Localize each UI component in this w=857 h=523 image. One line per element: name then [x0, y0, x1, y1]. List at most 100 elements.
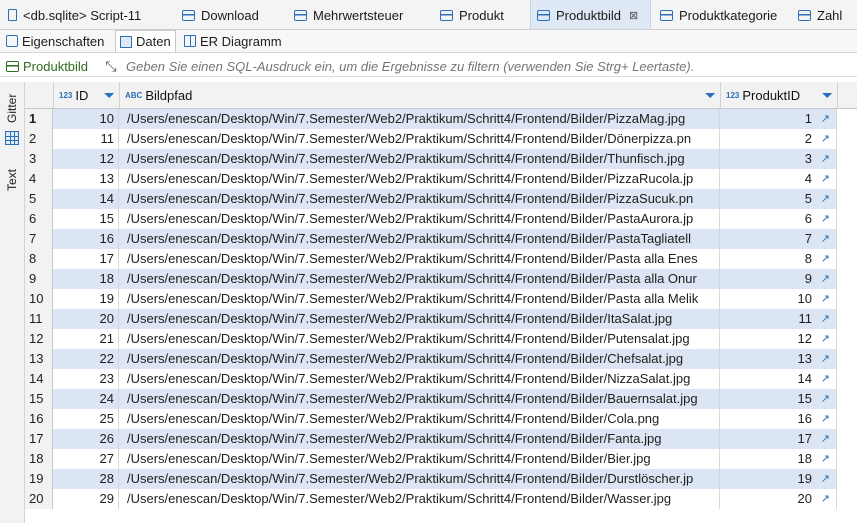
cell-bildpfad[interactable]: /Users/enescan/Desktop/Win/7.Semester/We…	[120, 129, 720, 149]
foreign-key-link-icon[interactable]: ↗	[821, 369, 830, 389]
cell-bildpfad[interactable]: /Users/enescan/Desktop/Win/7.Semester/We…	[120, 429, 720, 449]
sort-filter-icon[interactable]: ⏷	[705, 87, 716, 104]
row-number[interactable]: 20	[25, 489, 53, 509]
cell-id[interactable]: 19	[54, 289, 119, 309]
table-row[interactable]: 8 17/Users/enescan/Desktop/Win/7.Semester…	[25, 249, 857, 269]
cell-bildpfad[interactable]: /Users/enescan/Desktop/Win/7.Semester/We…	[120, 289, 720, 309]
tab-er-diagramm[interactable]: ER Diagramm	[180, 30, 286, 52]
foreign-key-link-icon[interactable]: ↗	[821, 349, 830, 369]
table-row[interactable]: 19 28/Users/enescan/Desktop/Win/7.Semeste…	[25, 469, 857, 489]
cell-bildpfad[interactable]: /Users/enescan/Desktop/Win/7.Semester/We…	[120, 149, 720, 169]
row-number[interactable]: 13	[25, 349, 53, 369]
filter-input[interactable]	[124, 57, 853, 75]
cell-produktid[interactable]: 13 ↗	[721, 349, 837, 369]
column-header-produktid[interactable]: 123 ProduktID ⏷	[721, 82, 838, 108]
cell-bildpfad[interactable]: /Users/enescan/Desktop/Win/7.Semester/We…	[120, 349, 720, 369]
foreign-key-link-icon[interactable]: ↗	[821, 229, 830, 249]
cell-produktid[interactable]: 15 ↗	[721, 389, 837, 409]
table-row[interactable]: 13 22/Users/enescan/Desktop/Win/7.Semeste…	[25, 349, 857, 369]
cell-id[interactable]: 24	[54, 389, 119, 409]
tab-script-11[interactable]: <db.sqlite> Script-11	[2, 0, 147, 29]
cell-id[interactable]: 23	[54, 369, 119, 389]
row-number[interactable]: 3	[25, 149, 53, 169]
column-header-id[interactable]: 123 ID ⏷	[54, 82, 120, 108]
table-row[interactable]: 15 24/Users/enescan/Desktop/Win/7.Semeste…	[25, 389, 857, 409]
row-number[interactable]: 19	[25, 469, 53, 489]
foreign-key-link-icon[interactable]: ↗	[821, 129, 830, 149]
grid-icon[interactable]	[5, 131, 19, 145]
foreign-key-link-icon[interactable]: ↗	[821, 209, 830, 229]
table-row[interactable]: 9 18/Users/enescan/Desktop/Win/7.Semester…	[25, 269, 857, 289]
table-row[interactable]: 17 26/Users/enescan/Desktop/Win/7.Semeste…	[25, 429, 857, 449]
table-row[interactable]: 7 16/Users/enescan/Desktop/Win/7.Semester…	[25, 229, 857, 249]
foreign-key-link-icon[interactable]: ↗	[821, 109, 830, 129]
cell-id[interactable]: 16	[54, 229, 119, 249]
cell-bildpfad[interactable]: /Users/enescan/Desktop/Win/7.Semester/We…	[120, 169, 720, 189]
cell-bildpfad[interactable]: /Users/enescan/Desktop/Win/7.Semester/We…	[120, 309, 720, 329]
cell-id[interactable]: 15	[54, 209, 119, 229]
table-row[interactable]: 12 21/Users/enescan/Desktop/Win/7.Semeste…	[25, 329, 857, 349]
cell-produktid[interactable]: 19 ↗	[721, 469, 837, 489]
row-number[interactable]: 12	[25, 329, 53, 349]
cell-bildpfad[interactable]: /Users/enescan/Desktop/Win/7.Semester/We…	[120, 189, 720, 209]
foreign-key-link-icon[interactable]: ↗	[821, 429, 830, 449]
cell-produktid[interactable]: 14 ↗	[721, 369, 837, 389]
tab-produktkategorie[interactable]: Produktkategorie	[654, 0, 783, 29]
tab-zahl[interactable]: Zahl	[792, 0, 848, 29]
row-number[interactable]: 1	[25, 109, 53, 129]
foreign-key-link-icon[interactable]: ↗	[821, 469, 830, 489]
table-row[interactable]: 14 23/Users/enescan/Desktop/Win/7.Semeste…	[25, 369, 857, 389]
cell-bildpfad[interactable]: /Users/enescan/Desktop/Win/7.Semester/We…	[120, 489, 720, 509]
foreign-key-link-icon[interactable]: ↗	[821, 289, 830, 309]
row-number[interactable]: 7	[25, 229, 53, 249]
tab-download[interactable]: Download	[176, 0, 265, 29]
row-number[interactable]: 6	[25, 209, 53, 229]
cell-bildpfad[interactable]: /Users/enescan/Desktop/Win/7.Semester/We…	[120, 109, 720, 129]
row-number[interactable]: 9	[25, 269, 53, 289]
cell-produktid[interactable]: 17 ↗	[721, 429, 837, 449]
row-number[interactable]: 15	[25, 389, 53, 409]
row-number[interactable]: 8	[25, 249, 53, 269]
row-number[interactable]: 4	[25, 169, 53, 189]
foreign-key-link-icon[interactable]: ↗	[821, 489, 830, 509]
cell-bildpfad[interactable]: /Users/enescan/Desktop/Win/7.Semester/We…	[120, 369, 720, 389]
cell-id[interactable]: 13	[54, 169, 119, 189]
row-number[interactable]: 17	[25, 429, 53, 449]
cell-id[interactable]: 18	[54, 269, 119, 289]
cell-id[interactable]: 12	[54, 149, 119, 169]
cell-produktid[interactable]: 12 ↗	[721, 329, 837, 349]
cell-produktid[interactable]: 20 ↗	[721, 489, 837, 509]
close-icon[interactable]: ⊠	[629, 9, 638, 22]
row-number[interactable]: 18	[25, 449, 53, 469]
cell-id[interactable]: 14	[54, 189, 119, 209]
cell-produktid[interactable]: 18 ↗	[721, 449, 837, 469]
table-row[interactable]: 18 27/Users/enescan/Desktop/Win/7.Semeste…	[25, 449, 857, 469]
table-row[interactable]: 2 11/Users/enescan/Desktop/Win/7.Semester…	[25, 129, 857, 149]
cell-id[interactable]: 17	[54, 249, 119, 269]
cell-produktid[interactable]: 8 ↗	[721, 249, 837, 269]
cell-bildpfad[interactable]: /Users/enescan/Desktop/Win/7.Semester/We…	[120, 409, 720, 429]
row-number[interactable]: 11	[25, 309, 53, 329]
foreign-key-link-icon[interactable]: ↗	[821, 389, 830, 409]
cell-id[interactable]: 25	[54, 409, 119, 429]
sort-filter-icon[interactable]: ⏷	[822, 87, 833, 104]
tab-gitter[interactable]: Gitter	[2, 88, 22, 128]
table-row[interactable]: 4 13/Users/enescan/Desktop/Win/7.Semester…	[25, 169, 857, 189]
row-number[interactable]: 16	[25, 409, 53, 429]
foreign-key-link-icon[interactable]: ↗	[821, 329, 830, 349]
cell-produktid[interactable]: 3 ↗	[721, 149, 837, 169]
row-number[interactable]: 14	[25, 369, 53, 389]
foreign-key-link-icon[interactable]: ↗	[821, 449, 830, 469]
cell-produktid[interactable]: 2 ↗	[721, 129, 837, 149]
expand-icon[interactable]: ⤡	[103, 58, 119, 74]
row-number[interactable]: 10	[25, 289, 53, 309]
cell-bildpfad[interactable]: /Users/enescan/Desktop/Win/7.Semester/We…	[120, 329, 720, 349]
cell-produktid[interactable]: 6 ↗	[721, 209, 837, 229]
foreign-key-link-icon[interactable]: ↗	[821, 309, 830, 329]
cell-produktid[interactable]: 10 ↗	[721, 289, 837, 309]
foreign-key-link-icon[interactable]: ↗	[821, 269, 830, 289]
cell-produktid[interactable]: 11 ↗	[721, 309, 837, 329]
foreign-key-link-icon[interactable]: ↗	[821, 409, 830, 429]
row-number[interactable]: 2	[25, 129, 53, 149]
tab-produktbild[interactable]: Produktbild ⊠	[530, 0, 651, 29]
